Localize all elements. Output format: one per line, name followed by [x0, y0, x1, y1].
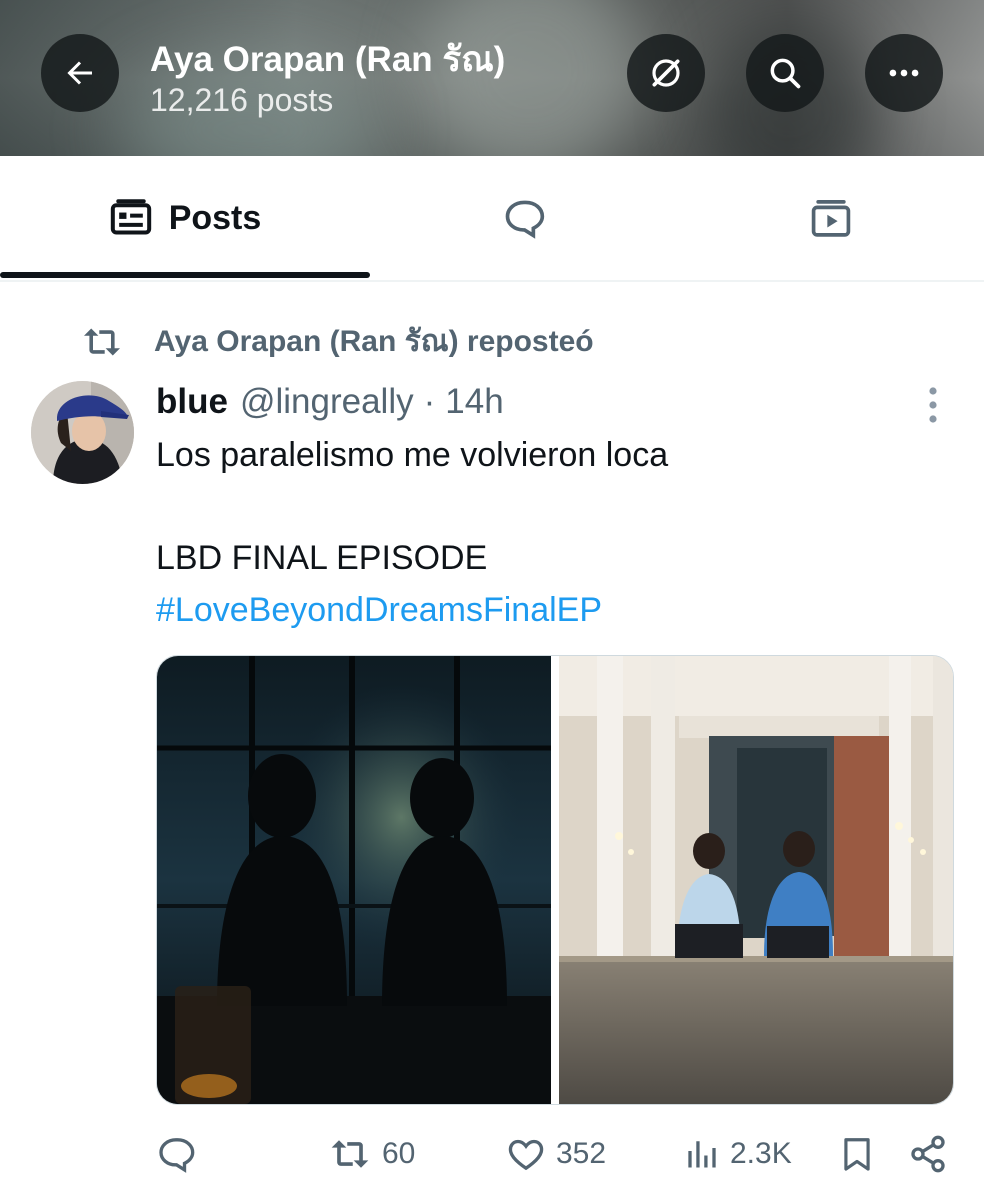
- repost-context-icon: [80, 324, 124, 360]
- back-button[interactable]: [41, 34, 119, 112]
- arrow-left-icon: [67, 61, 92, 85]
- grok-button[interactable]: [627, 34, 705, 112]
- meta-separator: ·: [423, 382, 436, 421]
- search-icon: [770, 58, 801, 89]
- repost-button[interactable]: 60: [328, 1130, 415, 1178]
- avatar[interactable]: [31, 381, 134, 484]
- tab-media[interactable]: [677, 156, 984, 280]
- repost-context[interactable]: Aya Orapan (Ran รัณ) reposteó: [80, 318, 594, 365]
- share-icon: [911, 1135, 945, 1173]
- views-count: 2.3K: [730, 1137, 792, 1170]
- share-button[interactable]: [908, 1130, 948, 1178]
- media-image-1[interactable]: [157, 656, 551, 1104]
- profile-header: Aya Orapan (Ran รัณ) 12,216 posts: [0, 0, 984, 156]
- tab-replies[interactable]: [370, 156, 677, 280]
- tab-posts[interactable]: Posts: [0, 156, 370, 280]
- bookmark-icon: [844, 1138, 870, 1171]
- views-button[interactable]: 2.3K: [684, 1130, 792, 1178]
- tab-posts-label: Posts: [168, 198, 262, 237]
- repost-context-text: Aya Orapan (Ran รัณ) reposteó: [154, 325, 594, 358]
- author-handle[interactable]: @lingreally: [240, 382, 414, 422]
- media-icon: [811, 200, 850, 237]
- bookmark-button[interactable]: [838, 1130, 876, 1178]
- post-count: 12,216 posts: [150, 82, 334, 118]
- tweet-text-line-2: LBD FINAL EPISODE: [156, 539, 488, 577]
- like-count: 352: [556, 1137, 607, 1170]
- more-vertical-icon: [929, 387, 937, 423]
- profile-tabs: Posts: [0, 156, 984, 282]
- hashtag-link[interactable]: #LoveBeyondDreamsFinalEP: [156, 591, 602, 630]
- more-horizontal-icon: [889, 69, 919, 77]
- views-icon: [688, 1141, 716, 1168]
- replies-icon: [505, 200, 544, 239]
- repost-count: 60: [382, 1137, 416, 1170]
- author-name[interactable]: blue: [156, 382, 228, 422]
- tweet-header: blue @lingreally · 14h: [156, 382, 504, 422]
- heart-icon: [508, 1139, 544, 1171]
- like-button[interactable]: 352: [506, 1130, 606, 1178]
- media-image-2[interactable]: [559, 656, 953, 1104]
- tab-selected-indicator: [0, 272, 370, 278]
- search-button[interactable]: [746, 34, 824, 112]
- reply-icon: [159, 1138, 195, 1173]
- tweet-more-button[interactable]: [918, 386, 948, 426]
- repost-icon: [331, 1140, 369, 1168]
- profile-name: Aya Orapan (Ran รัณ): [150, 40, 506, 79]
- tweet-timestamp[interactable]: 14h: [445, 382, 503, 422]
- more-button[interactable]: [865, 34, 943, 112]
- posts-icon: [110, 199, 151, 235]
- grok-icon: [652, 59, 680, 87]
- tweet-text-line-1: Los paralelismo me volvieron loca: [156, 436, 669, 474]
- reply-button[interactable]: [156, 1130, 196, 1178]
- tweet-media: [156, 655, 954, 1105]
